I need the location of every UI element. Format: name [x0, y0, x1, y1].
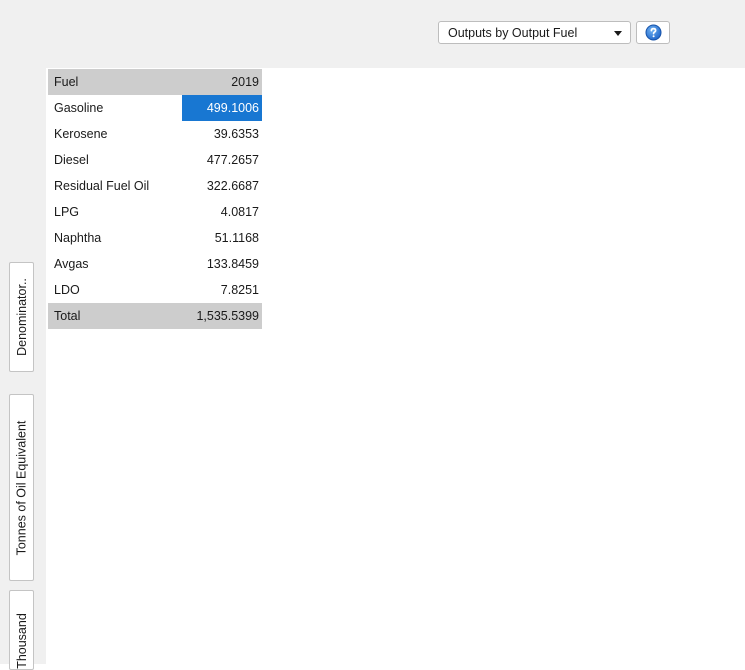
table-row: LDO 7.8251 [48, 277, 262, 303]
row-label[interactable]: Gasoline [48, 101, 182, 115]
column-header-fuel[interactable]: Fuel [48, 75, 182, 89]
fuel-output-table: Fuel 2019 Gasoline 499.1006 Kerosene 39.… [48, 69, 262, 329]
table-row: Naphtha 51.1168 [48, 225, 262, 251]
total-label[interactable]: Total [48, 309, 182, 323]
column-header-year[interactable]: 2019 [182, 69, 262, 95]
row-value[interactable]: 477.2657 [182, 147, 262, 173]
tab-thousand-label: Thousand [14, 613, 29, 669]
row-value[interactable]: 51.1168 [182, 225, 262, 251]
tab-denominator-label: Denominator.. [14, 278, 29, 356]
row-value[interactable]: 39.6353 [182, 121, 262, 147]
view-selector-dropdown[interactable]: Outputs by Output Fuel [438, 21, 631, 44]
selected-cell[interactable]: 499.1006 [182, 95, 262, 121]
table-row: Gasoline 499.1006 [48, 95, 262, 121]
row-label[interactable]: Residual Fuel Oil [48, 179, 182, 193]
row-value[interactable]: 4.0817 [182, 199, 262, 225]
row-value[interactable]: 133.8459 [182, 251, 262, 277]
side-tab-strip: Denominator.. Tonnes of Oil Equivalent T… [0, 68, 46, 670]
table-header-row: Fuel 2019 [48, 69, 262, 95]
tab-tonnes-of-oil-equivalent-label: Tonnes of Oil Equivalent [14, 420, 29, 555]
help-question-icon [645, 24, 661, 41]
tab-tonnes-of-oil-equivalent[interactable]: Tonnes of Oil Equivalent [9, 394, 34, 581]
total-value[interactable]: 1,535.5399 [182, 303, 262, 329]
row-value[interactable]: 322.6687 [182, 173, 262, 199]
table-row: Diesel 477.2657 [48, 147, 262, 173]
view-selector-label: Outputs by Output Fuel [448, 25, 578, 40]
row-label[interactable]: Diesel [48, 153, 182, 167]
table-row: LPG 4.0817 [48, 199, 262, 225]
toolbar: Outputs by Output Fuel [0, 0, 745, 68]
help-button[interactable] [636, 21, 670, 44]
row-label[interactable]: Avgas [48, 257, 182, 271]
table-row: Kerosene 39.6353 [48, 121, 262, 147]
table-row: Avgas 133.8459 [48, 251, 262, 277]
chevron-down-icon [614, 31, 622, 36]
table-total-row: Total 1,535.5399 [48, 303, 262, 329]
row-value[interactable]: 7.8251 [182, 277, 262, 303]
row-label[interactable]: Kerosene [48, 127, 182, 141]
table-row: Residual Fuel Oil 322.6687 [48, 173, 262, 199]
row-label[interactable]: LPG [48, 205, 182, 219]
row-label[interactable]: LDO [48, 283, 182, 297]
tab-denominator[interactable]: Denominator.. [9, 262, 34, 372]
row-label[interactable]: Naphtha [48, 231, 182, 245]
tab-thousand[interactable]: Thousand [9, 590, 34, 670]
